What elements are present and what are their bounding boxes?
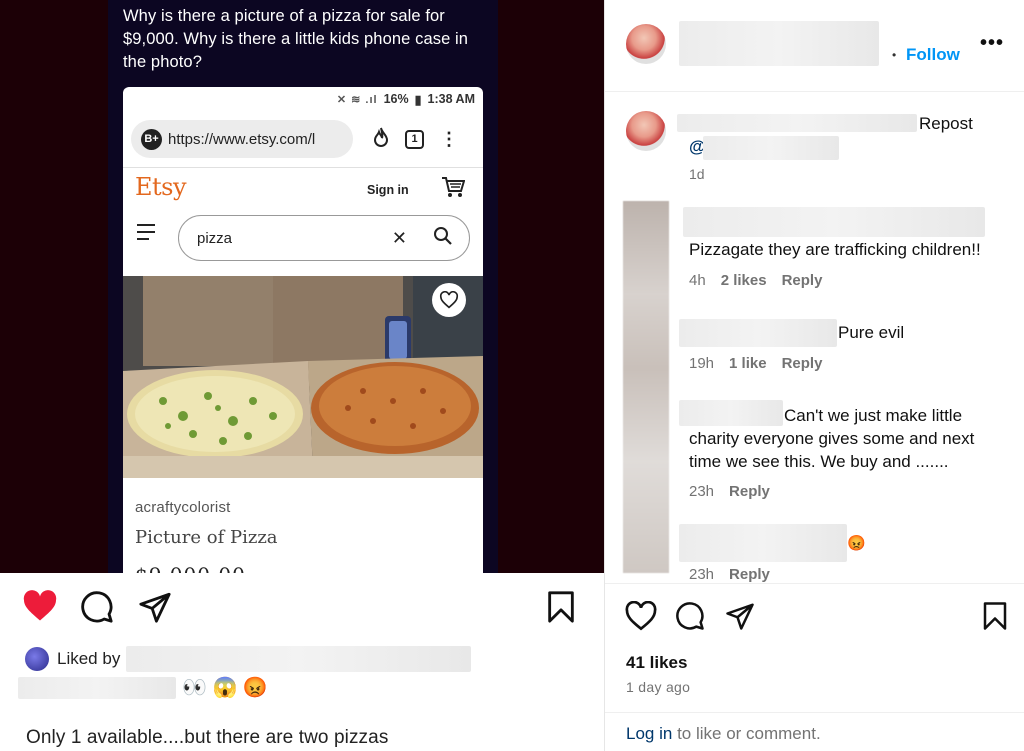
login-suffix: to like or comment. [677,724,821,743]
follow-button[interactable]: Follow [906,45,960,65]
blurred-mention [703,136,839,160]
hamburger-menu-icon [137,224,155,245]
save-bookmark-icon[interactable] [982,601,1008,636]
comment-text: charity everyone gives some and next [689,429,975,448]
etsy-logo: Etsy [135,173,187,201]
etsy-search-field: pizza ✕ [178,215,470,261]
comment-text: Pizzagate they are trafficking children!… [689,240,981,259]
favorite-heart-icon [432,283,466,317]
comment-icon[interactable] [675,601,705,636]
flame-icon [373,127,389,152]
comments-panel: • Follow ••• Repost @ 1d Pizzagate they … [604,0,1024,751]
blurred-username [677,114,917,132]
blurred-username [18,676,176,699]
author-avatar[interactable] [626,111,666,151]
author-avatar[interactable] [626,24,666,64]
separator-dot: • [892,48,897,62]
blurred-username [679,524,847,562]
url-bar: B+ https://www.etsy.com/l [131,120,353,158]
blurred-username [679,21,879,66]
clear-icon: ✕ [391,227,407,248]
liked-by-label: Liked by [57,649,121,668]
sign-in-link: Sign in [367,183,409,197]
clock: 1:38 AM [427,92,475,106]
kebab-menu-icon: ⋮ [440,129,458,149]
emoji-reaction: 👀 😱 😡 [182,677,268,699]
etsy-phone-screenshot: ✕ ≋ .ıl 16% ▮ 1:38 AM B+ https://www.ets… [123,87,483,573]
comment-meta: 4h 2 likes Reply [689,272,823,289]
battery-percent: 16% [383,92,409,106]
reply-button[interactable]: Reply [782,272,823,289]
comment-preview-row: 👀 😱 😡 [18,675,268,700]
blurred-username [679,319,837,347]
browser-url-row: B+ https://www.etsy.com/l 1 ⋮ [131,119,475,159]
post-date: 1 day ago [626,679,691,695]
post-panel: Why is there a picture of a pizza for sa… [0,0,604,751]
signal-icons: ✕ ≋ .ıl [336,93,378,106]
listing-title: Picture of Pizza [135,527,278,548]
battery-icon: ▮ [414,92,422,107]
shop-name: acraftycolorist [135,499,231,516]
repost-label: Repost [919,114,973,133]
comment-likes[interactable]: 2 likes [721,272,767,289]
save-bookmark-icon[interactable] [546,590,576,629]
search-value: pizza [197,229,233,247]
blurred-commenter-avatars [623,201,669,573]
login-prompt: Log in to like or comment. [626,724,821,744]
comment-icon[interactable] [80,590,114,629]
blurred-username [126,646,472,672]
post-age: 1d [689,166,705,182]
like-heart-icon[interactable] [625,600,657,636]
reply-button[interactable]: Reply [782,355,823,372]
post-actions [22,590,582,626]
share-icon[interactable] [725,601,755,636]
cart-icon [441,176,466,204]
comment-meta: 19h 1 like Reply [689,355,823,372]
share-icon[interactable] [138,590,172,629]
phone-status-bar: ✕ ≋ .ıl 16% ▮ 1:38 AM [123,87,483,111]
screenshot-question-text: Why is there a picture of a pizza for sa… [123,7,469,71]
reply-button[interactable]: Reply [729,566,770,582]
login-link[interactable]: Log in [626,724,672,743]
liked-by-row: Liked by [25,646,472,672]
liker-avatar[interactable] [25,647,49,671]
comment-meta: 23h Reply [689,566,770,582]
tab-count-icon: 1 [405,129,424,149]
likes-count[interactable]: 41 likes [626,653,687,673]
comment-text: Pure evil [838,323,905,342]
like-heart-icon[interactable] [22,590,58,627]
comment-text: Can't we just make little [784,406,963,425]
reply-button[interactable]: Reply [729,483,770,500]
blurred-username [679,400,783,426]
comment-emoji: 😡 [847,535,866,552]
search-icon [433,226,453,251]
post-actions [625,600,1015,631]
more-options-icon[interactable]: ••• [980,32,1004,55]
post-image[interactable]: Why is there a picture of a pizza for sa… [0,0,604,573]
comment-text: time we see this. We buy and ....... [689,452,949,471]
comment-meta: 23h Reply [689,483,770,500]
pizza-listing-photo [123,276,483,478]
listing-price: $9,000.00 [135,563,246,573]
comment-likes[interactable]: 1 like [729,355,767,372]
post-caption: Only 1 available....but there are two pi… [26,727,389,748]
blurred-username [683,207,985,237]
browser-badge-icon: B+ [141,128,162,150]
url-text: https://www.etsy.com/l [168,130,316,148]
